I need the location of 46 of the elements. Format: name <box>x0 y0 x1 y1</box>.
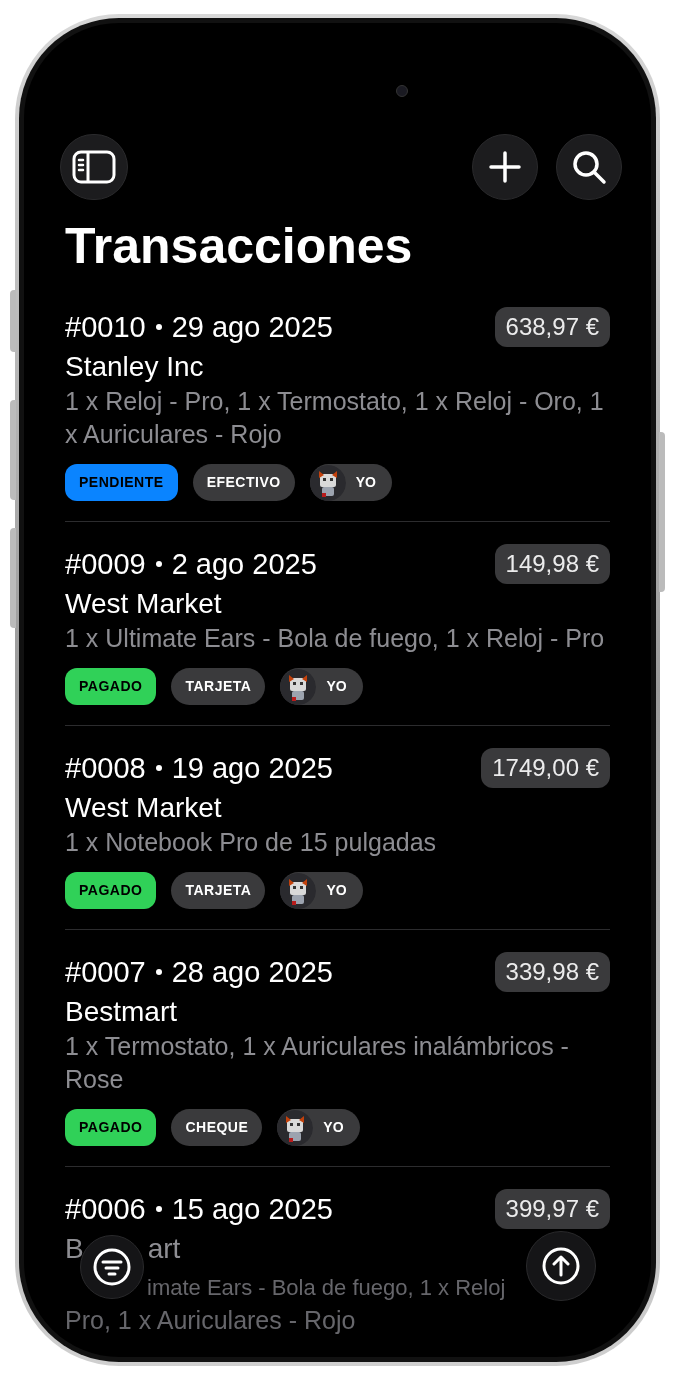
merchant-name: West Market <box>65 791 223 825</box>
plus-icon <box>488 150 522 184</box>
order-items-fragment: Pro, 1 x Auriculares - Rojo <box>65 1306 356 1334</box>
arrow-up-icon <box>541 1246 581 1286</box>
filter-icon <box>92 1247 132 1287</box>
page-title: Transacciones <box>65 217 414 276</box>
order-date: 29 ago 2025 <box>171 310 333 344</box>
order-number: #0007 <box>65 955 146 989</box>
amount-badge: 1749,00 € <box>481 748 610 788</box>
order-items-fragment: imate Ears - Bola de fuego, 1 x Reloj <box>147 1275 506 1300</box>
merchant-name-fragment: B <box>65 1232 84 1266</box>
camera-icon <box>396 85 408 97</box>
payment-badge: EFECTIVO <box>192 464 295 501</box>
order-date: 28 ago 2025 <box>171 955 333 989</box>
status-badge: PENDIENTE <box>65 464 178 501</box>
merchant-name: Bestmart <box>65 995 179 1029</box>
status-badge: PAGADO <box>65 872 157 909</box>
order-date: 2 ago 2025 <box>171 547 317 581</box>
amount-badge: 149,98 € <box>494 544 610 584</box>
order-number: #0010 <box>65 310 146 344</box>
owner-label: YO <box>323 1118 344 1137</box>
payment-badge: TARJETA <box>171 872 266 909</box>
order-items: 1 x Reloj - Pro, 1 x Termostato, 1 x Reloj - Oro, 1 x Auriculares - Rojo <box>65 386 605 450</box>
order-items: 1 x Notebook Pro de 15 pulgadas <box>65 827 438 858</box>
owner-label: YO <box>355 473 376 492</box>
order-items: 1 x Termostato, 1 x Auriculares inalámbricos - Rose <box>65 1031 570 1095</box>
order-number: #0008 <box>65 751 146 785</box>
merchant-name-fragment: art <box>147 1232 181 1266</box>
merchant-name: West Market <box>65 587 223 621</box>
payment-badge: TARJETA <box>171 668 266 705</box>
order-items: 1 x Ultimate Ears - Bola de fuego, 1 x Reloj - Pro <box>65 623 606 654</box>
order-number: #0009 <box>65 547 146 581</box>
sidebar-icon <box>72 150 116 184</box>
owner-label: YO <box>326 881 347 900</box>
amount-badge: 399,97 € <box>494 1189 610 1229</box>
status-badge: PAGADO <box>65 668 157 705</box>
owner-label: YO <box>326 677 347 696</box>
merchant-name: Stanley Inc <box>65 350 205 384</box>
order-date: 19 ago 2025 <box>171 751 333 785</box>
order-date: 15 ago 2025 <box>171 1192 333 1226</box>
order-number: #0006 <box>65 1192 146 1226</box>
search-icon <box>571 149 607 185</box>
status-badge: PAGADO <box>65 1109 157 1146</box>
payment-badge: CHEQUE <box>171 1109 263 1146</box>
amount-badge: 638,97 € <box>494 307 610 347</box>
amount-badge: 339,98 € <box>494 952 610 992</box>
